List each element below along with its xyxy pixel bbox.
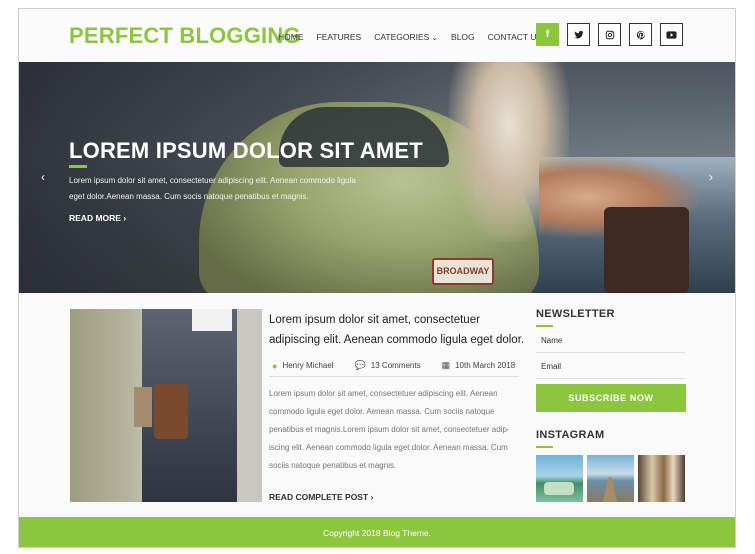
instagram-photo-3[interactable] [638, 455, 685, 502]
youtube-icon[interactable] [660, 23, 683, 46]
social-links: f [536, 23, 691, 46]
chevron-right-icon: › [123, 213, 127, 223]
newsletter-accent-bar [536, 325, 553, 327]
pinterest-icon[interactable] [629, 23, 652, 46]
instagram-photo-2[interactable] [587, 455, 634, 502]
meta-divider [269, 376, 519, 377]
post-excerpt: Lorem ipsum dolor sit amet, consectetuer… [269, 389, 510, 470]
hero-suitcase-image [604, 207, 689, 293]
post-meta: ● Henry Michael 💬 13 Comments ▦ 10th Mar… [272, 360, 536, 371]
post-comments-count: 13 Comments [370, 361, 421, 370]
hero-read-more-link[interactable]: READ MORE › [69, 213, 126, 223]
instagram-icon[interactable] [598, 23, 621, 46]
hero-title: LOREM IPSUM DOLOR SIT AMET [69, 138, 423, 163]
post-image-book [134, 387, 152, 427]
page-frame: PERFECT BLOGGING HOME FEATURES CATEGORIE… [18, 8, 736, 548]
user-icon: ● [272, 360, 278, 371]
facebook-icon[interactable]: f [536, 23, 559, 46]
hero-accent-bar [69, 165, 87, 168]
post-date: ▦ 10th March 2018 [442, 360, 516, 371]
nav-blog[interactable]: BLOG [451, 32, 475, 42]
nav-categories-label: CATEGORIES [374, 32, 430, 42]
post-comments[interactable]: 💬 13 Comments [355, 360, 421, 371]
calendar-icon: ▦ [441, 360, 451, 370]
hero-slider: BROADWAY LOREM IPSUM DOLOR SIT AMET Lore… [19, 62, 735, 293]
slider-next-arrow-icon[interactable]: › [709, 170, 713, 184]
twitter-icon[interactable] [567, 23, 590, 46]
post-thumbnail[interactable] [70, 309, 262, 502]
site-logo[interactable]: PERFECT BLOGGING [69, 23, 301, 49]
nav-categories[interactable]: CATEGORIES ⌄ [374, 32, 438, 42]
post-title[interactable]: Lorem ipsum dolor sit amet, consectetuer… [269, 310, 529, 350]
chevron-right-icon: › [370, 492, 374, 502]
instagram-accent-bar [536, 446, 553, 448]
newsletter-title: NEWSLETTER [536, 308, 615, 320]
instagram-title: INSTAGRAM [536, 429, 605, 441]
site-footer: Copyright 2018 Blog Theme. [19, 517, 735, 547]
read-complete-post-link[interactable]: READ COMPLETE POST › [269, 492, 373, 502]
instagram-photo-van [544, 482, 574, 495]
hero-read-more-label: READ MORE [69, 213, 121, 223]
nav-contact[interactable]: CONTACT US [488, 32, 542, 42]
chevron-down-icon: ⌄ [431, 33, 439, 42]
main-nav: HOME FEATURES CATEGORIES ⌄ BLOG CONTACT U… [278, 32, 555, 42]
comments-icon: 💬 [354, 360, 366, 370]
instagram-photo-pier [603, 477, 617, 502]
read-complete-label: READ COMPLETE POST [269, 492, 369, 502]
site-header: PERFECT BLOGGING HOME FEATURES CATEGORIE… [19, 9, 735, 62]
post-author-name: Henry Michael [282, 361, 334, 370]
post-author[interactable]: ● Henry Michael [272, 360, 334, 371]
hero-text: Lorem ipsum dolor sit amet, consectetuer… [69, 176, 356, 201]
license-plate: BROADWAY [432, 258, 494, 285]
post-image-bag [154, 384, 188, 439]
newsletter-email-field[interactable]: Email [536, 355, 685, 379]
copyright-text: Copyright 2018 Blog Theme. [322, 528, 432, 538]
post-image-shirt [192, 309, 232, 331]
slider-prev-arrow-icon[interactable]: ‹ [41, 170, 45, 184]
nav-home[interactable]: HOME [278, 32, 304, 42]
newsletter-name-field[interactable]: Name [536, 329, 685, 353]
instagram-photo-1[interactable] [536, 455, 583, 502]
nav-features[interactable]: FEATURES [317, 32, 362, 42]
post-date-text: 10th March 2018 [455, 361, 516, 370]
subscribe-button[interactable]: SUBSCRIBE NOW [536, 384, 686, 412]
